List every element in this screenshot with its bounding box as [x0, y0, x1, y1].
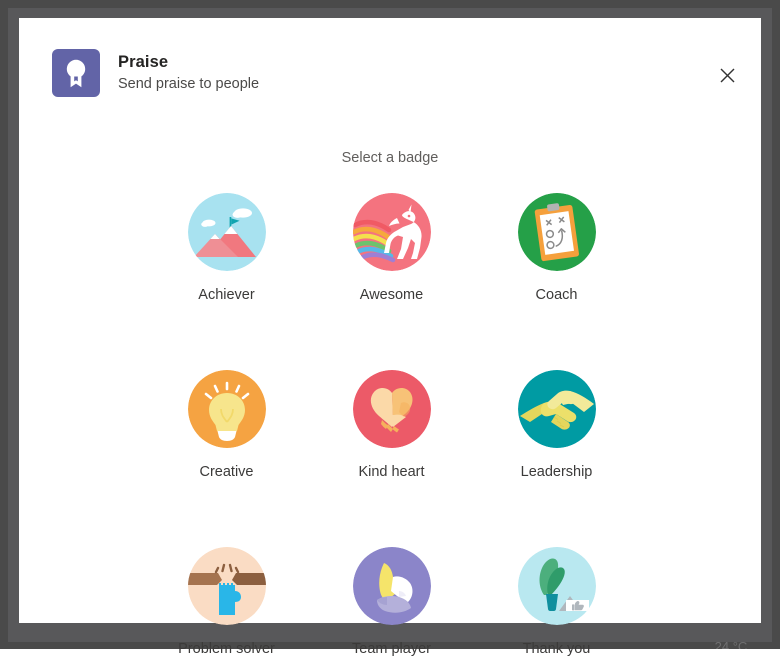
background-clipped-text: 24 °C: [714, 639, 748, 649]
unicorn-rainbow-icon: [352, 193, 431, 271]
badge-grid: Achiever Awesome Coach Creative Kind hea…: [144, 193, 639, 659]
mountain-flag-icon: [187, 193, 266, 271]
select-badge-instruction: Select a badge: [341, 150, 439, 166]
badge-label: Team player: [352, 641, 431, 657]
plant-thumbsup-icon: [517, 547, 596, 625]
dialog-header: Praise Send praise to people: [52, 49, 259, 97]
badge-option-leadership[interactable]: Leadership: [474, 370, 639, 482]
badge-label: Problem solver: [178, 641, 275, 657]
header-text-group: Praise Send praise to people: [118, 49, 259, 95]
handshake-icon: [517, 370, 596, 448]
praise-dialog: Praise Send praise to people Select a ba…: [19, 18, 761, 657]
close-icon: [720, 68, 734, 82]
badge-option-achiever[interactable]: Achiever: [144, 193, 309, 305]
badge-label: Achiever: [198, 287, 255, 303]
badge-label: Creative: [199, 464, 254, 480]
page-title: Praise: [118, 53, 169, 71]
lightbulb-icon: [187, 370, 266, 448]
badge-label: Coach: [535, 287, 578, 303]
praise-ribbon-icon: [52, 49, 100, 97]
badge-label: Thank you: [522, 641, 591, 657]
badge-label: Awesome: [359, 287, 424, 303]
badge-label: Leadership: [520, 464, 593, 480]
puzzle-hands-icon: [187, 547, 266, 625]
badge-option-problem-solver[interactable]: Problem solver: [144, 547, 309, 659]
badge-option-awesome[interactable]: Awesome: [309, 193, 474, 305]
stacked-hands-icon: [352, 547, 431, 625]
clipboard-playbook-icon: [517, 193, 596, 271]
badge-option-creative[interactable]: Creative: [144, 370, 309, 482]
window-frame: Praise Send praise to people Select a ba…: [0, 0, 780, 657]
close-button[interactable]: [711, 59, 743, 91]
page-subtitle: Send praise to people: [118, 76, 260, 92]
hands-heart-icon: [352, 370, 431, 448]
badge-option-team-player[interactable]: Team player: [309, 547, 474, 659]
badge-label: Kind heart: [358, 464, 425, 480]
badge-option-thank-you[interactable]: Thank you: [474, 547, 639, 659]
badge-option-coach[interactable]: Coach: [474, 193, 639, 305]
badge-option-kind-heart[interactable]: Kind heart: [309, 370, 474, 482]
